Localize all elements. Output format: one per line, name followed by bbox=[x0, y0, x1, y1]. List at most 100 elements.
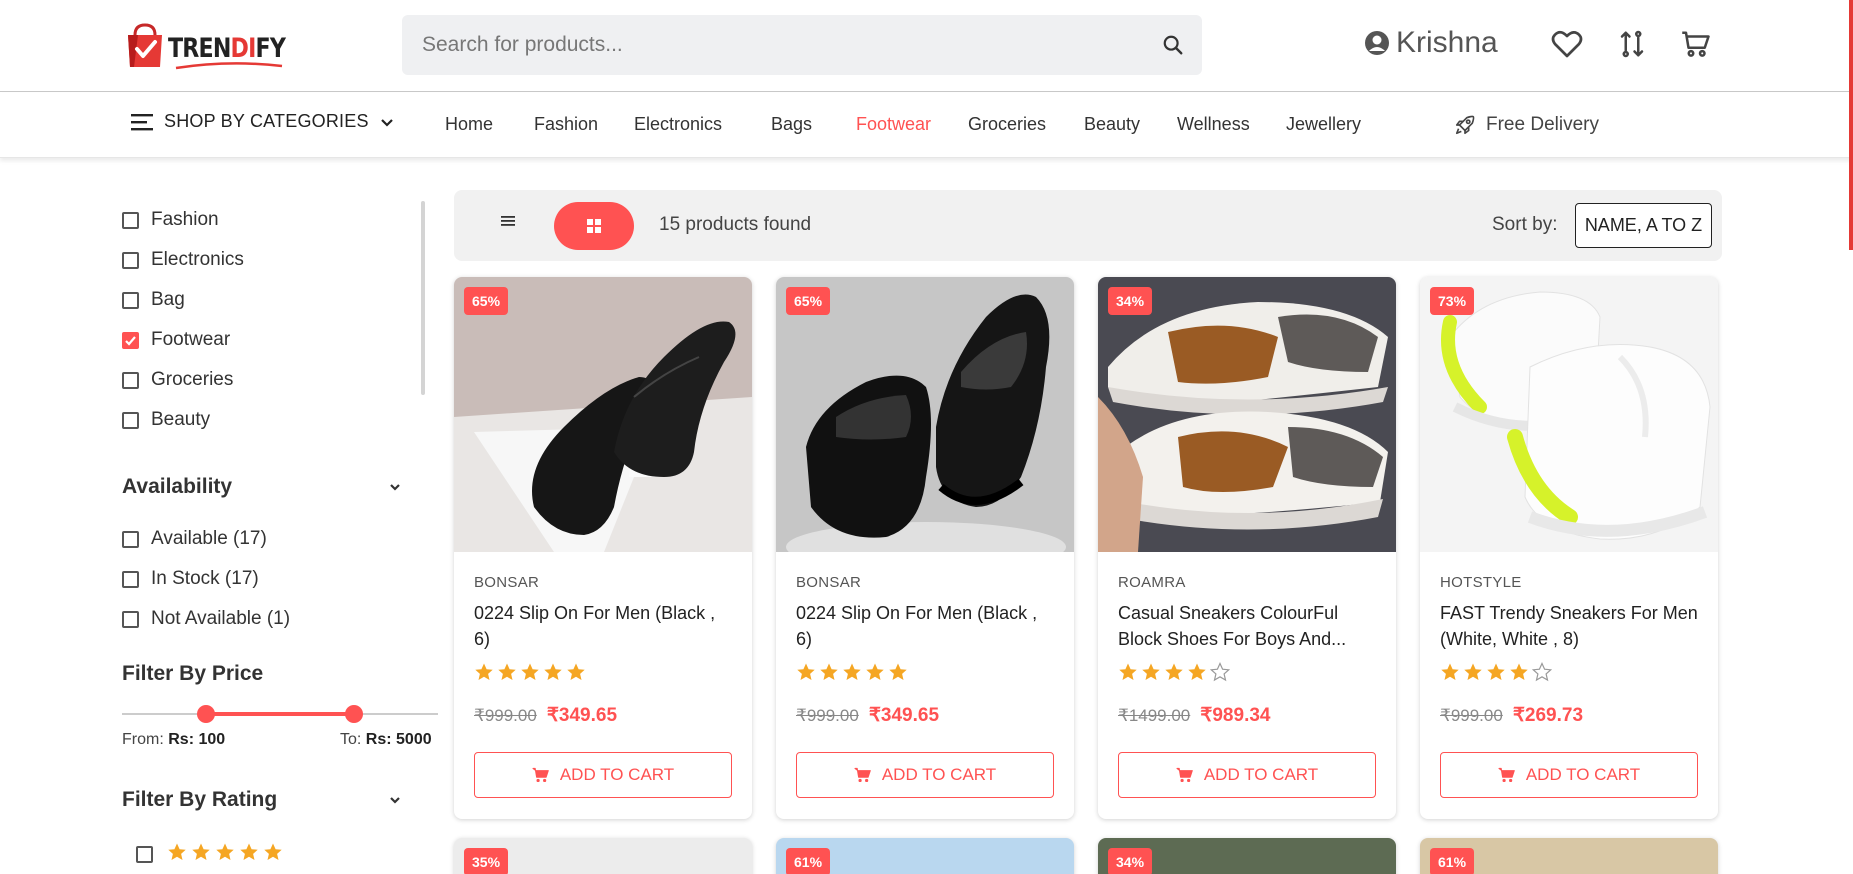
checkbox-label: Fashion bbox=[151, 209, 219, 230]
star-icon bbox=[566, 662, 586, 687]
new-price: ₹349.65 bbox=[868, 705, 940, 726]
avail-list-item-available[interactable]: Available (17) bbox=[122, 528, 267, 550]
old-price: ₹1499.00 bbox=[1118, 706, 1191, 725]
product-card[interactable]: 61% bbox=[1420, 838, 1718, 874]
user-icon bbox=[1365, 31, 1389, 55]
product-title[interactable]: Casual Sneakers ColourFul Block Shoes Fo… bbox=[1118, 600, 1380, 652]
slider-max-handle[interactable] bbox=[345, 705, 363, 723]
rating-checkbox[interactable] bbox=[136, 846, 153, 863]
star-icon bbox=[865, 662, 885, 687]
product-rating bbox=[796, 662, 908, 687]
chevron-down-icon[interactable] bbox=[388, 793, 402, 807]
avail-list-item-not[interactable]: Not Available (1) bbox=[122, 608, 290, 630]
list-view-icon[interactable] bbox=[496, 209, 520, 233]
rating-filter-5-stars[interactable] bbox=[136, 842, 283, 867]
add-to-cart-button[interactable]: ADD TO CART bbox=[1440, 752, 1698, 798]
discount-badge: 34% bbox=[1108, 287, 1153, 315]
nav-link-bags[interactable]: Bags bbox=[771, 114, 812, 135]
slider-min-handle[interactable] bbox=[197, 705, 215, 723]
star-icon bbox=[543, 662, 563, 687]
page-scrollbar[interactable] bbox=[1849, 0, 1853, 874]
product-card[interactable]: 61% bbox=[776, 838, 1074, 874]
search-input[interactable] bbox=[422, 15, 1122, 75]
product-image[interactable] bbox=[776, 277, 1074, 552]
checkbox[interactable] bbox=[122, 331, 139, 349]
star-icon bbox=[474, 662, 494, 687]
logo[interactable]: TRENDIFY bbox=[124, 20, 311, 72]
checkbox-label: Electronics bbox=[151, 249, 244, 270]
cat-list-item-footwear[interactable]: Footwear bbox=[122, 329, 230, 351]
product-image[interactable] bbox=[1420, 277, 1718, 552]
user-account[interactable]: Krishna bbox=[1364, 26, 1498, 60]
product-card[interactable]: 34% bbox=[1098, 838, 1396, 874]
add-to-cart-button[interactable]: ADD TO CART bbox=[1118, 752, 1376, 798]
product-card[interactable]: 65% BONSAR 0224 Slip On For Men (Black , 6… bbox=[454, 277, 752, 819]
cat-list-item-groceries[interactable]: Groceries bbox=[122, 369, 233, 391]
product-card[interactable]: 73% HOTSTYLE FAST Trendy Sneakers For Men … bbox=[1420, 277, 1718, 819]
product-prices: ₹999.00 ₹349.65 bbox=[474, 704, 617, 727]
cat-list-item-beauty[interactable]: Beauty bbox=[122, 409, 210, 431]
product-title[interactable]: FAST Trendy Sneakers For Men (White, Whi… bbox=[1440, 600, 1702, 652]
nav-link-electronics[interactable]: Electronics bbox=[634, 114, 722, 135]
grid-view-button[interactable] bbox=[554, 202, 634, 250]
checkbox[interactable] bbox=[122, 371, 139, 389]
discount-badge: 35% bbox=[464, 848, 509, 874]
product-card[interactable]: 35% bbox=[454, 838, 752, 874]
free-delivery-label: Free Delivery bbox=[1486, 114, 1599, 135]
checkbox[interactable] bbox=[122, 211, 139, 229]
cat-list-item-fashion[interactable]: Fashion bbox=[122, 209, 219, 231]
star-icon bbox=[1187, 662, 1207, 687]
product-title[interactable]: 0224 Slip On For Men (Black , 6) bbox=[796, 600, 1058, 652]
star-icon bbox=[796, 662, 816, 687]
cat-list-item-electronics[interactable]: Electronics bbox=[122, 249, 244, 271]
price-range-slider[interactable] bbox=[122, 704, 438, 724]
nav-link-groceries[interactable]: Groceries bbox=[968, 114, 1046, 135]
star-outline-icon bbox=[1531, 662, 1553, 687]
product-card[interactable]: 34% ROAMRA Casual Sneakers ColourFul Block… bbox=[1098, 277, 1396, 819]
sort-select[interactable]: NAME, A TO Z bbox=[1575, 203, 1712, 248]
checkbox[interactable] bbox=[122, 570, 139, 588]
search-bar bbox=[402, 15, 1202, 75]
checkbox[interactable] bbox=[122, 411, 139, 429]
product-card[interactable]: 65% BONSAR 0224 Slip On For Men (Black , 6… bbox=[776, 277, 1074, 819]
nav-link-footwear[interactable]: Footwear bbox=[856, 114, 931, 135]
nav-link-jewellery[interactable]: Jewellery bbox=[1286, 114, 1361, 135]
product-image[interactable] bbox=[454, 277, 752, 552]
nav-link-beauty[interactable]: Beauty bbox=[1084, 114, 1140, 135]
old-price: ₹999.00 bbox=[474, 706, 537, 725]
discount-badge: 65% bbox=[464, 287, 509, 315]
nav-link-wellness[interactable]: Wellness bbox=[1177, 114, 1250, 135]
compare-icon[interactable] bbox=[1614, 26, 1650, 62]
cart-icon[interactable] bbox=[1678, 26, 1714, 62]
filter-by-rating-title: Filter By Rating bbox=[122, 788, 278, 811]
cat-list-item-bag[interactable]: Bag bbox=[122, 289, 185, 311]
checkbox[interactable] bbox=[122, 291, 139, 309]
nav-link-fashion[interactable]: Fashion bbox=[534, 114, 598, 135]
nav-link-home[interactable]: Home bbox=[445, 114, 493, 135]
category-scrollbar[interactable] bbox=[421, 201, 425, 395]
new-price: ₹989.34 bbox=[1200, 705, 1271, 726]
filter-by-price-title: Filter By Price bbox=[122, 662, 264, 685]
shop-by-categories-button[interactable]: SHOP BY CATEGORIES bbox=[130, 111, 395, 132]
filter-sidebar: Fashion Electronics Bag Footwear Groceries Be… bbox=[0, 158, 450, 874]
rating-stars bbox=[167, 842, 283, 867]
heart-icon[interactable] bbox=[1549, 26, 1585, 62]
chevron-down-icon bbox=[380, 118, 393, 127]
star-icon bbox=[520, 662, 540, 687]
product-image[interactable] bbox=[1098, 277, 1396, 552]
checkbox[interactable] bbox=[122, 530, 139, 548]
chevron-down-icon[interactable] bbox=[388, 480, 402, 494]
free-delivery: Free Delivery bbox=[1454, 114, 1599, 136]
product-title[interactable]: 0224 Slip On For Men (Black , 6) bbox=[474, 600, 736, 652]
rocket-icon bbox=[1455, 115, 1475, 135]
product-brand: BONSAR bbox=[796, 574, 862, 591]
add-to-cart-button[interactable]: ADD TO CART bbox=[796, 752, 1054, 798]
discount-badge: 61% bbox=[1430, 848, 1475, 874]
checkbox[interactable] bbox=[122, 610, 139, 628]
search-icon[interactable] bbox=[1158, 30, 1188, 60]
add-to-cart-button[interactable]: ADD TO CART bbox=[474, 752, 732, 798]
avail-list-item-in[interactable]: In Stock (17) bbox=[122, 568, 259, 590]
checkbox[interactable] bbox=[122, 251, 139, 269]
product-brand: HOTSTYLE bbox=[1440, 574, 1522, 591]
checkbox-label: Groceries bbox=[151, 369, 234, 390]
